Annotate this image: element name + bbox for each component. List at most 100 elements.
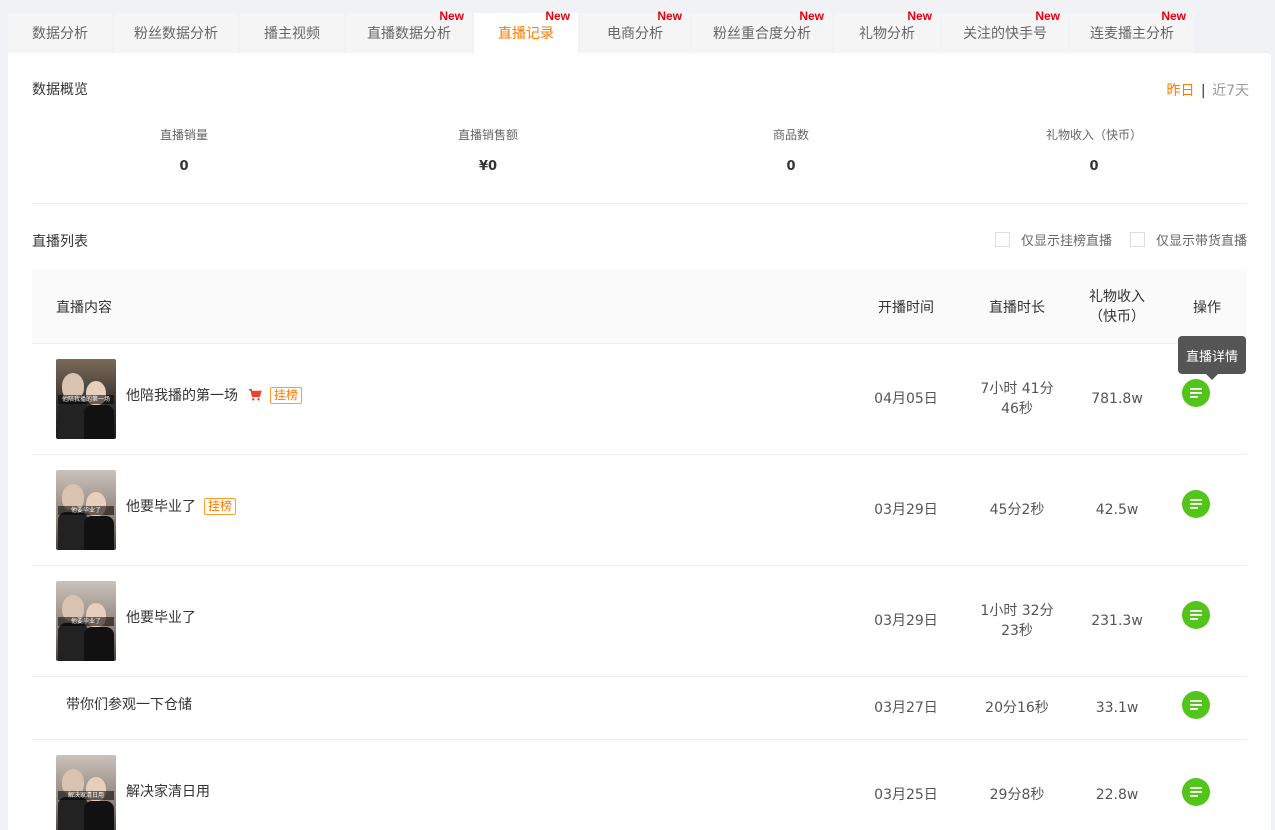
live-title-area: 他要毕业了: [126, 607, 196, 627]
thumbnail-body: [84, 405, 114, 439]
live-detail-button[interactable]: [1182, 379, 1210, 407]
header-duration[interactable]: 直播时长: [972, 297, 1062, 317]
live-detail-button[interactable]: [1182, 601, 1210, 629]
filter-ranked-only[interactable]: 仅显示挂榜直播: [995, 230, 1112, 249]
new-badge: New: [799, 9, 824, 23]
live-thumbnail[interactable]: 他要毕业了: [56, 470, 116, 550]
cell-start-date: 03月29日: [874, 613, 938, 629]
tab-ecommerce-analysis[interactable]: 电商分析 New: [580, 9, 690, 53]
cell-duration: 29分8秒: [989, 787, 1045, 803]
tab-live-data-analysis[interactable]: 直播数据分析 New: [346, 9, 472, 53]
tab-anchor-videos[interactable]: 播主视频: [240, 13, 344, 53]
overview-title: 数据概览: [32, 82, 88, 98]
cell-gift-income: 781.8w: [1091, 391, 1143, 407]
cell-gift-income: 33.1w: [1095, 700, 1139, 716]
tab-followed-accounts[interactable]: 关注的快手号 New: [942, 9, 1068, 53]
list-icon: [1190, 700, 1202, 710]
period-7days[interactable]: 近7天: [1212, 83, 1249, 99]
header-start-time[interactable]: 开播时间: [861, 297, 951, 317]
tab-fans-overlap-analysis[interactable]: 粉丝重合度分析 New: [692, 9, 832, 53]
live-detail-button[interactable]: [1182, 778, 1210, 806]
tab-label: 直播记录: [498, 26, 554, 42]
stat-label: 商品数: [772, 128, 809, 142]
thumbnail-caption: 他陪我播的第一场: [58, 395, 114, 404]
live-detail-button[interactable]: [1182, 691, 1210, 719]
live-title[interactable]: 他陪我播的第一场: [126, 385, 238, 405]
new-badge: New: [907, 9, 932, 23]
live-title[interactable]: 解决家清日用: [126, 781, 210, 801]
live-title[interactable]: 他要毕业了: [126, 496, 196, 516]
new-badge: New: [1161, 9, 1186, 23]
filter-goods-only[interactable]: 仅显示带货直播: [1130, 230, 1247, 249]
live-title-area: 解决家清日用: [126, 781, 210, 801]
filter-label: 仅显示挂榜直播: [1021, 234, 1113, 249]
new-badge: New: [657, 9, 682, 23]
ranked-tag: 挂榜: [204, 497, 237, 515]
tab-label: 播主视频: [264, 26, 320, 42]
tab-co-streaming-analysis[interactable]: 连麦播主分析 New: [1070, 9, 1194, 53]
tab-live-records[interactable]: 直播记录 New: [474, 9, 578, 53]
checkbox-goods-only[interactable]: [1130, 232, 1145, 247]
period-switch: 昨日 | 近7天: [1166, 80, 1249, 100]
header-gift-line2: （快币）: [1089, 309, 1145, 325]
cell-gift-income: 42.5w: [1095, 502, 1139, 518]
stat-value: ¥0: [478, 159, 498, 174]
list-icon: [1190, 499, 1202, 509]
thumbnail-body: [84, 516, 114, 550]
cell-start-date: 03月29日: [874, 502, 938, 518]
table-row[interactable]: 解决家清日用 解决家清日用 03月25日 29分8秒 22.8w: [32, 740, 1247, 830]
table-row[interactable]: 他陪我播的第一场 他陪我播的第一场 挂榜 04月05日 7小时 41分 46秒 …: [32, 344, 1247, 455]
stat-label: 直播销量: [159, 128, 208, 142]
tab-label: 电商分析: [607, 26, 663, 42]
content-panel: 数据概览 昨日 | 近7天 直播销量 0 直播销售额 ¥0 商品数 0 礼物收入…: [8, 53, 1271, 830]
tab-gift-analysis[interactable]: 礼物分析 New: [834, 9, 940, 53]
stat-product-count: 商品数 0: [691, 126, 891, 174]
live-list-title: 直播列表: [32, 234, 88, 250]
thumbnail-caption: 他要毕业了: [58, 506, 114, 515]
list-icon: [1190, 610, 1202, 620]
live-title-area: 带你们参观一下仓储: [66, 694, 192, 714]
list-icon: [1190, 787, 1202, 797]
table-row[interactable]: 他要毕业了 他要毕业了 挂榜 03月29日 45分2秒 42.5w: [32, 455, 1247, 566]
ranked-tag: 挂榜: [270, 386, 303, 404]
tab-label: 粉丝重合度分析: [713, 26, 811, 42]
live-title[interactable]: 带你们参观一下仓储: [66, 694, 192, 714]
section-divider: [32, 203, 1247, 204]
cell-duration: 45分2秒: [989, 502, 1045, 518]
stat-label: 礼物收入（快币）: [1045, 128, 1142, 142]
live-title[interactable]: 他要毕业了: [126, 607, 196, 627]
table-row[interactable]: 带你们参观一下仓储 03月27日 20分16秒 33.1w: [32, 677, 1247, 740]
thumbnail-caption: 他要毕业了: [58, 617, 114, 626]
cell-duration: 20分16秒: [985, 700, 1049, 716]
live-detail-tooltip: 直播详情: [1178, 336, 1246, 380]
table-row[interactable]: 他要毕业了 他要毕业了 03月29日 1小时 32分 23秒 231.3w: [32, 566, 1247, 677]
stat-value: 0: [786, 159, 796, 174]
tab-data-analysis[interactable]: 数据分析: [8, 13, 112, 53]
stat-live-revenue: 直播销售额 ¥0: [388, 126, 588, 174]
header-gift-income[interactable]: 礼物收入 （快币）: [1072, 287, 1162, 327]
period-separator: |: [1200, 83, 1206, 99]
stat-value: 0: [179, 159, 189, 174]
checkbox-ranked-only[interactable]: [995, 232, 1010, 247]
filter-label: 仅显示带货直播: [1156, 234, 1248, 249]
stat-live-sales: 直播销量 0: [84, 126, 284, 174]
header-gift-line1: 礼物收入: [1089, 289, 1145, 305]
tab-fans-analysis[interactable]: 粉丝数据分析: [114, 13, 238, 53]
live-thumbnail[interactable]: 他要毕业了: [56, 581, 116, 661]
cell-duration: 7小时 41分 46秒: [972, 379, 1062, 419]
header-content: 直播内容: [56, 300, 112, 316]
tab-label: 数据分析: [32, 26, 88, 42]
stat-label: 直播销售额: [457, 128, 518, 142]
header-action: 操作: [1193, 300, 1221, 316]
period-yesterday[interactable]: 昨日: [1166, 83, 1194, 99]
tab-bar: 数据分析 粉丝数据分析 播主视频 直播数据分析 New 直播记录 New 电商分…: [8, 9, 1196, 53]
cell-start-date: 03月25日: [874, 787, 938, 803]
live-thumbnail[interactable]: 他陪我播的第一场: [56, 359, 116, 439]
live-thumbnail[interactable]: 解决家清日用: [56, 755, 116, 830]
live-title-area: 他要毕业了 挂榜: [126, 496, 237, 516]
live-detail-button[interactable]: [1182, 490, 1210, 518]
new-badge: New: [439, 9, 464, 23]
stat-value: 0: [1089, 159, 1099, 174]
new-badge: New: [545, 9, 570, 23]
tab-label: 直播数据分析: [367, 26, 451, 42]
